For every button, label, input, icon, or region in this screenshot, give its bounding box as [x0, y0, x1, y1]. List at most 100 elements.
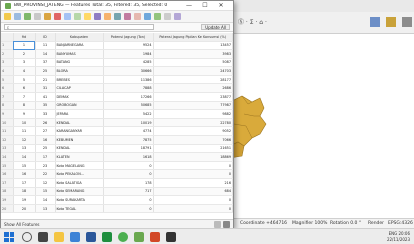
row-number[interactable]: 16	[1, 169, 14, 179]
table-cell[interactable]: 4285	[103, 58, 154, 68]
table-cell[interactable]: 0	[153, 204, 233, 214]
system-tray[interactable]: ENG 20:06 22/11/2023	[387, 231, 410, 242]
file-explorer-icon[interactable]	[54, 232, 64, 242]
column-header[interactable]: Potensi Jagung Pipilan Ke Konsumsi (%)	[153, 33, 233, 42]
update-all-button[interactable]: Update All	[201, 24, 230, 30]
table-cell[interactable]: 4774	[103, 126, 154, 137]
row-number[interactable]: 13	[1, 144, 14, 154]
new-field-icon[interactable]	[164, 13, 171, 20]
row-number[interactable]: 4	[1, 66, 14, 76]
edge-browser-icon[interactable]	[70, 232, 80, 242]
table-cell[interactable]: 7	[13, 92, 36, 102]
table-cell[interactable]: 37	[35, 58, 56, 68]
table-cell[interactable]: 13	[13, 144, 36, 154]
select-expression-icon[interactable]	[94, 13, 101, 20]
table-cell[interactable]: 12	[13, 135, 36, 145]
table-row[interactable]: 2 2 14 BANYUMAS 1984 3983	[1, 49, 233, 59]
table-cell[interactable]: 27	[35, 126, 56, 137]
table-row[interactable]: 1 1 11 BANJARNEGARA 9524 13457	[1, 41, 233, 51]
multi-edit-icon[interactable]	[14, 13, 21, 20]
table-cell[interactable]: 23	[35, 161, 56, 171]
table-cell[interactable]: 9882	[153, 109, 233, 119]
zoom-to-icon[interactable]	[154, 13, 161, 20]
table-cell[interactable]: 18	[13, 187, 36, 197]
column-header[interactable]: ID	[35, 33, 56, 42]
table-cell[interactable]: 16	[13, 169, 36, 179]
attribute-table[interactable]: fid ID Kabupaten Potensi Jagung (Ton) Po…	[1, 33, 233, 219]
table-cell[interactable]: 21651	[153, 144, 233, 154]
table-cell[interactable]: 11	[13, 126, 36, 137]
table-cell[interactable]: 4	[13, 66, 36, 76]
row-number[interactable]: 17	[1, 178, 14, 188]
table-cell[interactable]: Kota PEKALON...	[55, 169, 104, 179]
table-cell[interactable]: JEPARA	[55, 109, 104, 119]
table-cell[interactable]: 31	[35, 83, 56, 94]
table-cell[interactable]: 50685	[103, 101, 154, 111]
table-cell[interactable]: BLORA	[55, 66, 104, 76]
table-cell[interactable]: 216	[153, 178, 233, 188]
table-cell[interactable]: 18869	[153, 152, 233, 162]
row-number[interactable]: 11	[1, 126, 14, 137]
map-tool-icon[interactable]	[370, 17, 380, 27]
table-cell[interactable]: 20	[13, 204, 36, 214]
pan-to-icon[interactable]	[144, 13, 151, 20]
table-cell[interactable]: 25	[35, 144, 56, 154]
delete-feature-icon[interactable]	[54, 13, 61, 20]
table-cell[interactable]: 5087	[153, 58, 233, 68]
table-cell[interactable]: 10	[13, 118, 36, 128]
table-cell[interactable]: 178	[103, 178, 154, 188]
table-cell[interactable]: 9524	[103, 41, 154, 51]
table-row[interactable]: 4 4 25 BLORA 30666 24703	[1, 66, 233, 76]
row-number[interactable]: 7	[1, 92, 14, 102]
table-cell[interactable]: 16	[35, 135, 56, 145]
map-canvas[interactable]	[230, 34, 414, 218]
table-cell[interactable]: 14	[35, 195, 56, 205]
table-cell[interactable]: 1618	[103, 152, 154, 162]
table-cell[interactable]: 77987	[153, 101, 233, 111]
table-cell[interactable]: 18791	[103, 144, 154, 154]
table-cell[interactable]: 21	[35, 75, 56, 85]
row-number[interactable]: 2	[1, 49, 14, 59]
edit-toggle-icon[interactable]	[4, 13, 11, 20]
copy-icon[interactable]	[74, 13, 81, 20]
column-header[interactable]: fid	[13, 33, 36, 42]
word-icon[interactable]	[86, 232, 96, 242]
table-row[interactable]: 18 18 15 Kota SEMARANG 717 684	[1, 187, 233, 197]
table-cell[interactable]: 717	[103, 187, 154, 197]
table-row[interactable]: 8 8 35 GROBOGAN 50685 77987	[1, 101, 233, 111]
table-cell[interactable]: Kota TEGAL	[55, 204, 104, 214]
table-cell[interactable]: 15	[35, 187, 56, 197]
table-cell[interactable]: 7066	[153, 135, 233, 145]
table-cell[interactable]: 5422	[103, 109, 154, 119]
table-cell[interactable]: BANJARNEGARA	[55, 41, 104, 51]
row-number[interactable]: 5	[1, 75, 14, 85]
table-view-icon[interactable]	[223, 220, 230, 228]
table-cell[interactable]: Kota MAGELANG	[55, 161, 104, 171]
form-view-icon[interactable]	[214, 220, 221, 228]
paste-icon[interactable]	[84, 13, 91, 20]
table-row[interactable]: 15 15 23 Kota MAGELANG 0 0	[1, 161, 233, 171]
corner-header[interactable]	[1, 33, 14, 42]
table-cell[interactable]: 1984	[103, 49, 154, 59]
table-cell[interactable]: DEMAK	[55, 92, 104, 102]
row-number[interactable]: 19	[1, 195, 14, 205]
row-number[interactable]: 14	[1, 152, 14, 162]
save-edits-icon[interactable]	[24, 13, 31, 20]
row-number[interactable]: 9	[1, 109, 14, 119]
label-tool-icon[interactable]	[386, 17, 396, 27]
table-cell[interactable]: 17	[35, 152, 56, 162]
table-cell[interactable]: KENDAL	[55, 144, 104, 154]
table-cell[interactable]: KARANGANYAR	[55, 126, 104, 137]
table-cell[interactable]: 14	[13, 152, 36, 162]
table-cell[interactable]: 3	[13, 58, 36, 68]
table-cell[interactable]: Kota SALATIGA	[55, 178, 104, 188]
table-cell[interactable]: CILACAP	[55, 83, 104, 94]
row-number[interactable]: 10	[1, 118, 14, 128]
table-row[interactable]: 17 17 12 Kota SALATIGA 178 216	[1, 178, 233, 188]
table-cell[interactable]: 0	[153, 195, 233, 205]
windows-start-icon[interactable]	[4, 232, 14, 242]
table-cell[interactable]: BREBES	[55, 75, 104, 85]
app-icon[interactable]	[166, 232, 176, 242]
minimize-button[interactable]: —	[181, 1, 197, 11]
table-cell[interactable]: 14	[35, 49, 56, 59]
